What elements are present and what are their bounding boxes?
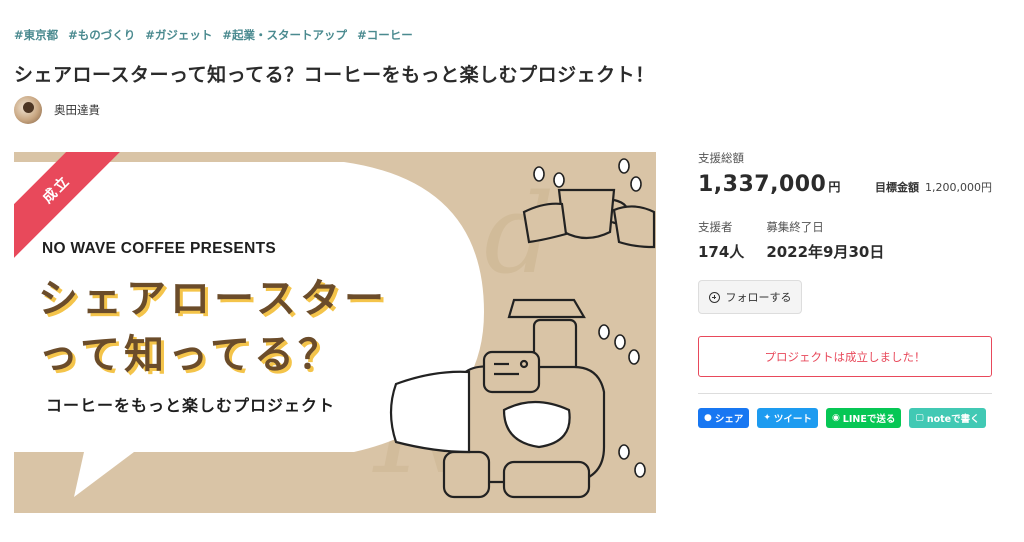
project-owner[interactable]: 奥田達貴 [14,96,100,124]
deadline-label: 募集終了日 [766,220,824,234]
supporters-value: 174人 [698,243,745,261]
avatar[interactable] [14,96,42,124]
follow-label: フォローする [725,291,792,304]
project-hero-image: d R [14,152,656,513]
project-success-notice: プロジェクトは成立しました！ [698,336,992,377]
share-note-button[interactable]: ▢ noteで書く [909,408,986,428]
note-icon: ▢ [915,413,924,423]
share-facebook-label: シェア [714,414,744,425]
share-line-button[interactable]: ◉ LINEで送る [825,408,902,428]
follow-button[interactable]: フォローする [698,280,802,314]
total-amount: 1,337,000 [698,172,827,197]
supporters-label: 支援者 [698,220,733,234]
stats-row: 支援者 174人 募集終了日 2022年9月30日 [698,219,992,262]
tag-startup[interactable]: #起業・スタートアップ [222,27,347,43]
share-line-label: LINEで送る [842,414,896,425]
total-label: 支援総額 [698,151,744,165]
divider [698,393,992,394]
hero-headline-line2: って知ってる？ [38,332,342,378]
ribbon-label: 成立 [39,172,74,207]
plus-circle-icon [708,291,720,303]
owner-name[interactable]: 奥田達貴 [54,102,100,118]
deadline-stat: 募集終了日 2022年9月30日 [766,219,884,262]
hero-subline: コーヒーをもっと楽しむプロジェクト [46,396,336,415]
tag-tokyo[interactable]: #東京都 [14,27,58,43]
tag-gadget[interactable]: #ガジェット [145,27,212,43]
goal-amount: 目標金額 1,200,000円 [875,179,992,195]
share-twitter-button[interactable]: ✦ ツイート [757,408,818,428]
tag-list: #東京都 #ものづくり #ガジェット #起業・スタートアップ #コーヒー [14,27,413,43]
line-icon: ◉ [831,413,840,423]
deadline-value: 2022年9月30日 [766,243,885,261]
goal-value: 1,200,000円 [925,181,992,194]
goal-label: 目標金額 [875,181,920,194]
hero-presents-text: NO WAVE COFFEE PRESENTS [42,240,276,257]
supporters-stat: 支援者 174人 [698,219,744,262]
share-twitter-label: ツイート [773,414,812,425]
share-note-label: noteで書く [926,414,980,425]
share-facebook-button[interactable]: ● シェア [698,408,750,428]
project-stats-panel: 支援総額 1,337,000 円 目標金額 1,200,000円 支援者 174人 … [698,150,992,428]
twitter-icon: ✦ [763,413,771,423]
tag-coffee[interactable]: #コーヒー [357,27,413,43]
total-row: 1,337,000 円 目標金額 1,200,000円 [698,172,992,197]
total-unit: 円 [828,180,841,194]
page-title: シェアロースターって知ってる？コーヒーをもっと楽しむプロジェクト！ [14,64,655,86]
tag-monozukuri[interactable]: #ものづくり [68,27,135,43]
facebook-icon: ● [704,413,712,423]
hero-headline-line1: シェアロースター [38,276,388,322]
share-buttons: ● シェア ✦ ツイート ◉ LINEで送る ▢ noteで書く [698,408,992,428]
